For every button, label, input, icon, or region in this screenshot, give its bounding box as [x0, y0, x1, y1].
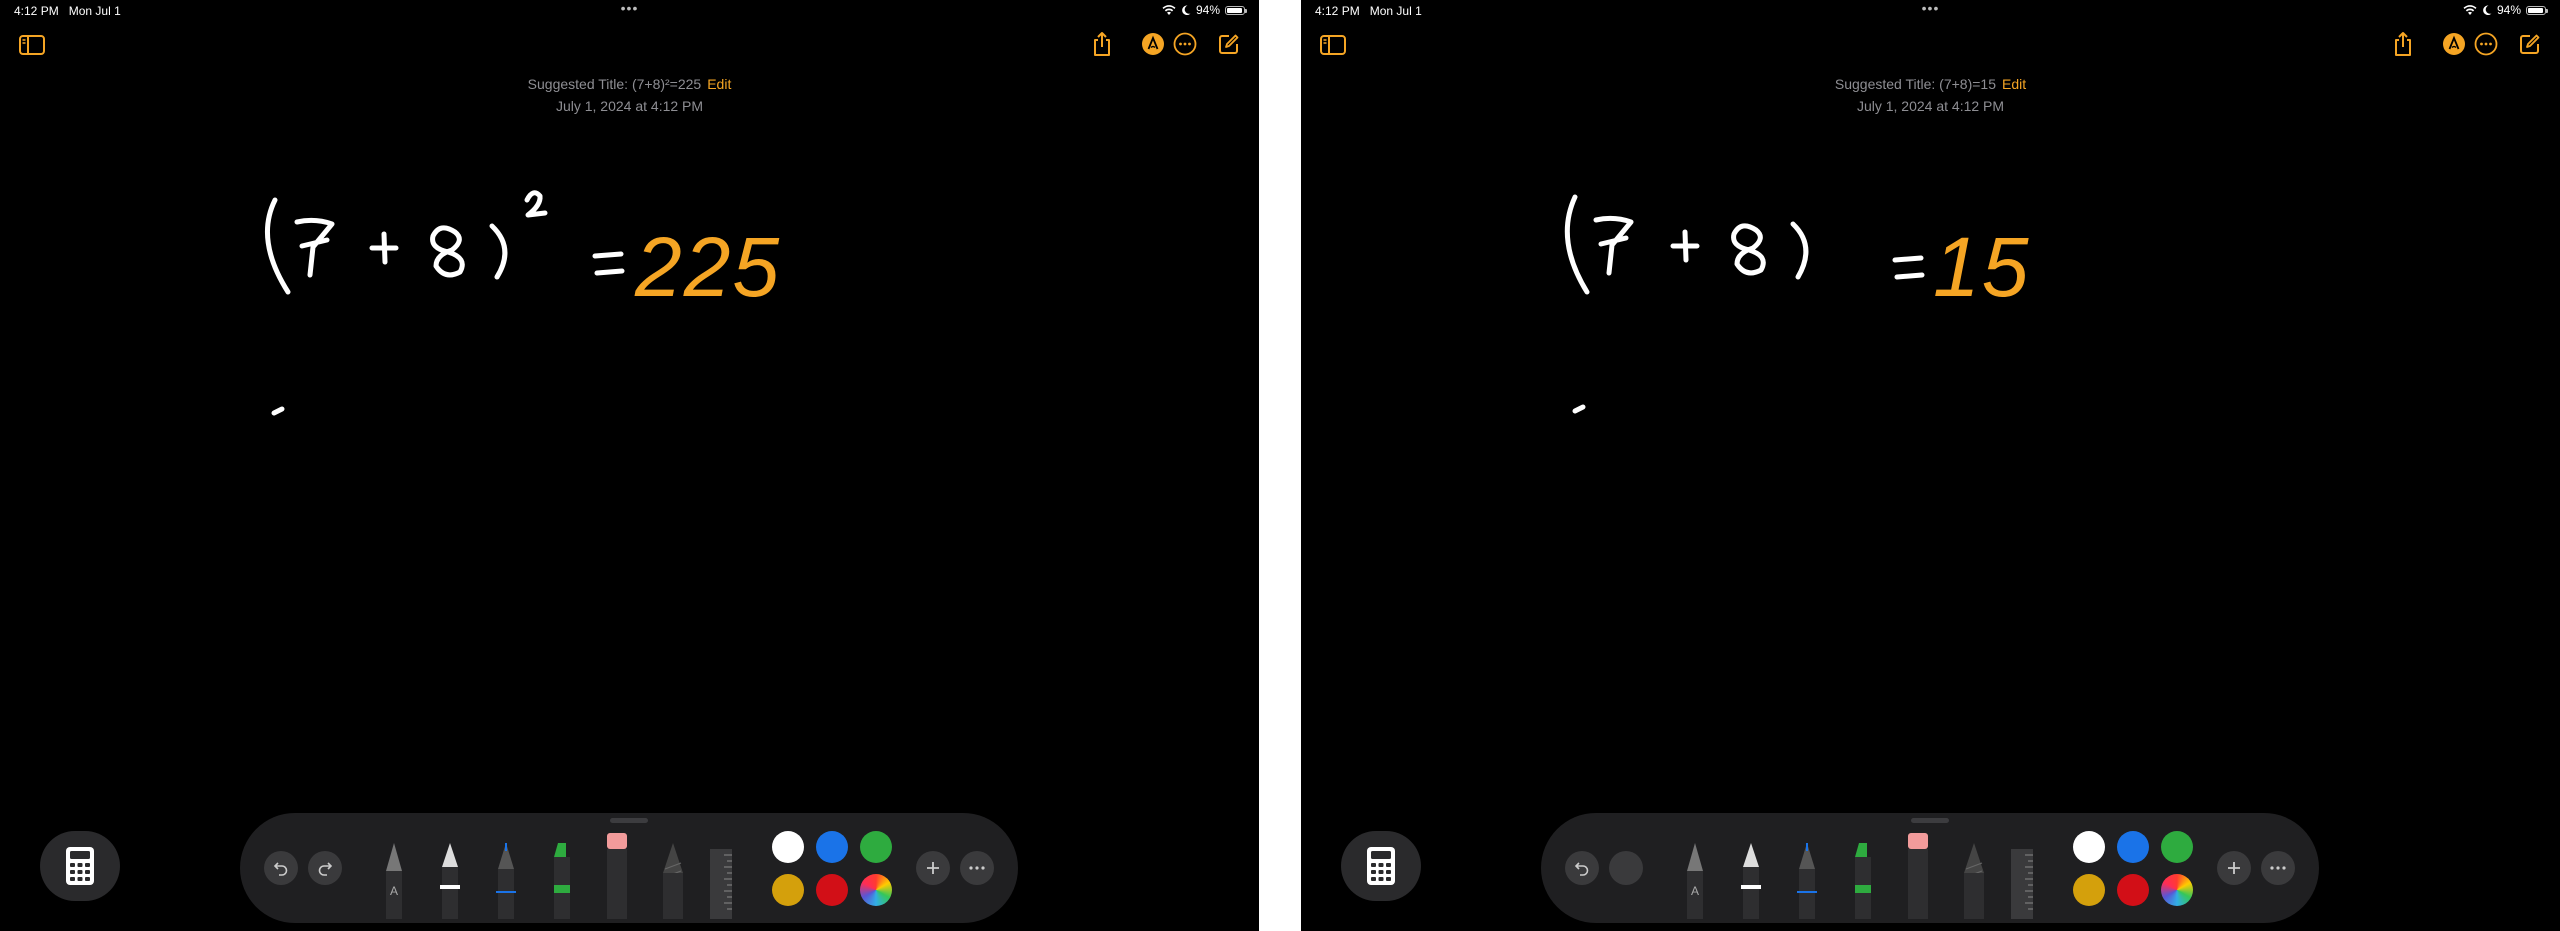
right-screen: 4:12 PM Mon Jul 1 ••• 94% Suggested Titl…: [1301, 0, 2560, 931]
swatch-red[interactable]: [816, 874, 848, 906]
lasso-tool[interactable]: [660, 843, 686, 919]
swatch-green[interactable]: [860, 831, 892, 863]
swatch-blue[interactable]: [2117, 831, 2149, 863]
equals-stroke: [592, 251, 625, 276]
redo-button-disabled[interactable]: [1609, 851, 1643, 885]
redo-button[interactable]: [308, 851, 342, 885]
eraser-tool[interactable]: [604, 833, 630, 919]
digit-8-stroke: [430, 225, 465, 278]
palette-options-button[interactable]: [960, 851, 994, 885]
fineliner-tool[interactable]: [1795, 843, 1819, 919]
calculated-result: 225: [634, 220, 781, 314]
undo-button[interactable]: [1565, 851, 1599, 885]
handwritten-expression: [1564, 194, 1925, 414]
swatch-white[interactable]: [772, 831, 804, 863]
color-wheel-button[interactable]: [2161, 874, 2193, 906]
add-button[interactable]: [2217, 851, 2251, 885]
handwriting-canvas[interactable]: 225: [0, 0, 1259, 931]
pen-A-label: A: [390, 884, 398, 898]
close-paren-stroke: [1790, 221, 1809, 280]
plus-stroke: [1670, 229, 1700, 263]
calculator-icon: [66, 847, 94, 885]
equals-stroke: [1892, 255, 1925, 280]
plus-icon: [927, 862, 939, 874]
exponent-2-stroke: [524, 190, 548, 218]
marker-tool[interactable]: [550, 843, 574, 919]
undo-icon: [1574, 862, 1589, 876]
digit-7-stroke: [294, 217, 335, 278]
undo-button[interactable]: [264, 851, 298, 885]
handwriting-canvas[interactable]: 15: [1301, 0, 2560, 931]
redo-icon: [318, 862, 333, 876]
marker-tool[interactable]: [1851, 843, 1875, 919]
calculator-icon: [1367, 847, 1395, 885]
pen-tool[interactable]: [438, 843, 462, 919]
digit-7-stroke: [1593, 215, 1634, 276]
eraser-tool[interactable]: [1905, 833, 1931, 919]
undo-icon: [273, 862, 288, 876]
fineliner-tool[interactable]: [494, 843, 518, 919]
pen-A-label: A: [1691, 884, 1699, 898]
math-notes-button[interactable]: [40, 831, 120, 901]
stray-mark-stroke: [271, 406, 285, 416]
swatch-yellow[interactable]: [2073, 874, 2105, 906]
palette-options-button[interactable]: [2261, 851, 2295, 885]
ellipsis-icon: [2270, 866, 2286, 870]
left-screen: 4:12 PM Mon Jul 1 ••• 94% Suggested Titl…: [0, 0, 1259, 931]
handwritten-expression: [264, 190, 625, 416]
color-wheel-button[interactable]: [860, 874, 892, 906]
tool-palette: A: [240, 813, 1018, 923]
calculated-result: 15: [1933, 220, 2030, 314]
close-paren-stroke: [489, 223, 508, 280]
plus-stroke: [369, 231, 399, 265]
ellipsis-icon: [969, 866, 985, 870]
palette-grabber[interactable]: [610, 818, 648, 823]
plus-icon: [2228, 862, 2240, 874]
swatch-yellow[interactable]: [772, 874, 804, 906]
swatch-blue[interactable]: [816, 831, 848, 863]
swatch-green[interactable]: [2161, 831, 2193, 863]
lasso-tool[interactable]: [1961, 843, 1987, 919]
open-paren-stroke: [1564, 194, 1590, 295]
stray-mark-stroke: [1572, 404, 1586, 414]
palette-grabber[interactable]: [1911, 818, 1949, 823]
pen-tool[interactable]: [1739, 843, 1763, 919]
monoline-pen-tool[interactable]: A: [382, 843, 406, 919]
add-button[interactable]: [916, 851, 950, 885]
monoline-pen-tool[interactable]: A: [1683, 843, 1707, 919]
ruler-tool[interactable]: [710, 849, 732, 919]
open-paren-stroke: [264, 197, 291, 295]
math-notes-button[interactable]: [1341, 831, 1421, 901]
digit-8-stroke: [1731, 223, 1766, 276]
swatch-white[interactable]: [2073, 831, 2105, 863]
ruler-tool[interactable]: [2011, 849, 2033, 919]
swatch-red[interactable]: [2117, 874, 2149, 906]
tool-palette: A: [1541, 813, 2319, 923]
